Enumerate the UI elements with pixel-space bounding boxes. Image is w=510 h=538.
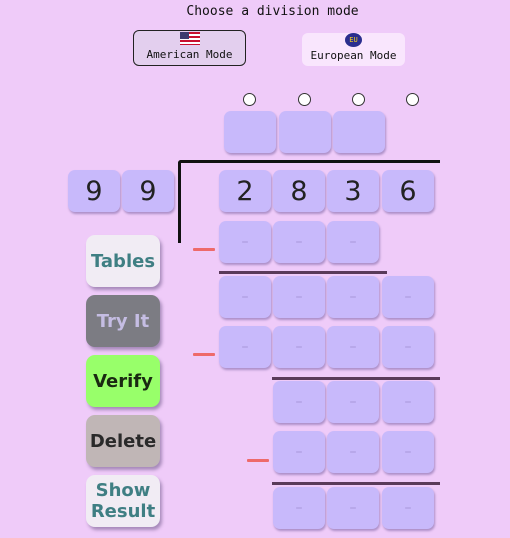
american-mode-button[interactable]: American Mode: [133, 30, 246, 66]
tables-button[interactable]: Tables: [86, 235, 160, 287]
work-cell[interactable]: –: [219, 276, 271, 318]
work-cell[interactable]: –: [327, 326, 379, 368]
eu-flag-icon: EU: [345, 33, 362, 47]
try-it-button[interactable]: Try It: [86, 295, 160, 347]
work-cell[interactable]: –: [273, 276, 325, 318]
division-bracket-side: [178, 160, 181, 243]
us-flag-icon: [179, 32, 200, 45]
work-cell[interactable]: –: [382, 431, 434, 473]
work-cell[interactable]: –: [273, 431, 325, 473]
work-cell[interactable]: –: [219, 326, 271, 368]
position-radio-3[interactable]: [352, 93, 365, 106]
european-mode-label: European Mode: [310, 49, 397, 62]
dividend-digit: 6: [382, 170, 434, 212]
mode-title: Choose a division mode: [186, 4, 359, 19]
quotient-cell-2[interactable]: [279, 111, 331, 153]
european-mode-button[interactable]: EU European Mode: [302, 33, 405, 66]
work-cell[interactable]: –: [382, 276, 434, 318]
work-cell[interactable]: –: [273, 221, 325, 263]
verify-button[interactable]: Verify: [86, 355, 160, 407]
work-cell[interactable]: –: [273, 487, 325, 529]
minus-sign: [193, 248, 215, 251]
work-cell[interactable]: –: [382, 381, 434, 423]
position-radio-1[interactable]: [243, 93, 256, 106]
work-cell[interactable]: –: [327, 487, 379, 529]
quotient-cell-1[interactable]: [224, 111, 276, 153]
delete-button[interactable]: Delete: [86, 415, 160, 467]
quotient-cell-3[interactable]: [333, 111, 385, 153]
dividend-digit: 2: [219, 170, 271, 212]
work-cell[interactable]: –: [327, 276, 379, 318]
work-cell[interactable]: –: [327, 431, 379, 473]
subtraction-line: [272, 377, 440, 380]
subtraction-line: [272, 482, 440, 485]
work-cell[interactable]: –: [219, 221, 271, 263]
work-cell[interactable]: –: [273, 326, 325, 368]
position-radio-4[interactable]: [406, 93, 419, 106]
show-result-button[interactable]: Show Result: [86, 475, 160, 527]
work-cell[interactable]: –: [327, 221, 379, 263]
divisor-digit: 9: [68, 170, 120, 212]
subtraction-line: [219, 271, 387, 274]
dividend-digit: 3: [327, 170, 379, 212]
minus-sign: [193, 353, 215, 356]
minus-sign: [247, 459, 269, 462]
work-cell[interactable]: –: [382, 326, 434, 368]
divisor-digit: 9: [122, 170, 174, 212]
american-mode-label: American Mode: [146, 48, 233, 61]
work-cell[interactable]: –: [327, 381, 379, 423]
dividend-digit: 8: [273, 170, 325, 212]
position-radio-2[interactable]: [298, 93, 311, 106]
work-cell[interactable]: –: [382, 487, 434, 529]
division-bracket-top: [178, 160, 440, 163]
work-cell[interactable]: –: [273, 381, 325, 423]
